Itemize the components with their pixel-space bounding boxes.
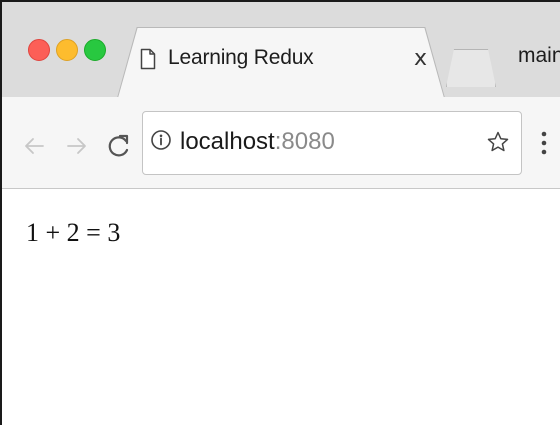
zoom-window-button[interactable] [84, 39, 106, 61]
star-icon[interactable] [486, 130, 510, 154]
minimize-window-button[interactable] [56, 39, 78, 61]
info-icon[interactable] [150, 129, 172, 151]
new-tab-button[interactable] [446, 49, 496, 87]
profile-name[interactable]: main [518, 44, 560, 68]
close-window-button[interactable] [28, 39, 50, 61]
forward-arrow-icon[interactable] [65, 134, 89, 158]
url-host: localhost [180, 128, 275, 155]
reload-icon[interactable] [106, 132, 132, 160]
tab-title[interactable]: Learning Redux [168, 46, 314, 70]
sum-output: 1 + 2 = 3 [26, 218, 121, 247]
page-icon [140, 48, 156, 70]
url-port: :8080 [274, 128, 335, 155]
tab-close-button[interactable]: x [414, 46, 427, 71]
tab-strip: Learning Redux x main [2, 2, 560, 98]
address-text[interactable]: localhost:8080 [180, 128, 335, 156]
back-arrow-icon[interactable] [22, 134, 46, 158]
browser-window: Learning Redux x main localhost:8080 1 +… [0, 0, 560, 425]
kebab-menu-icon[interactable] [540, 130, 548, 156]
